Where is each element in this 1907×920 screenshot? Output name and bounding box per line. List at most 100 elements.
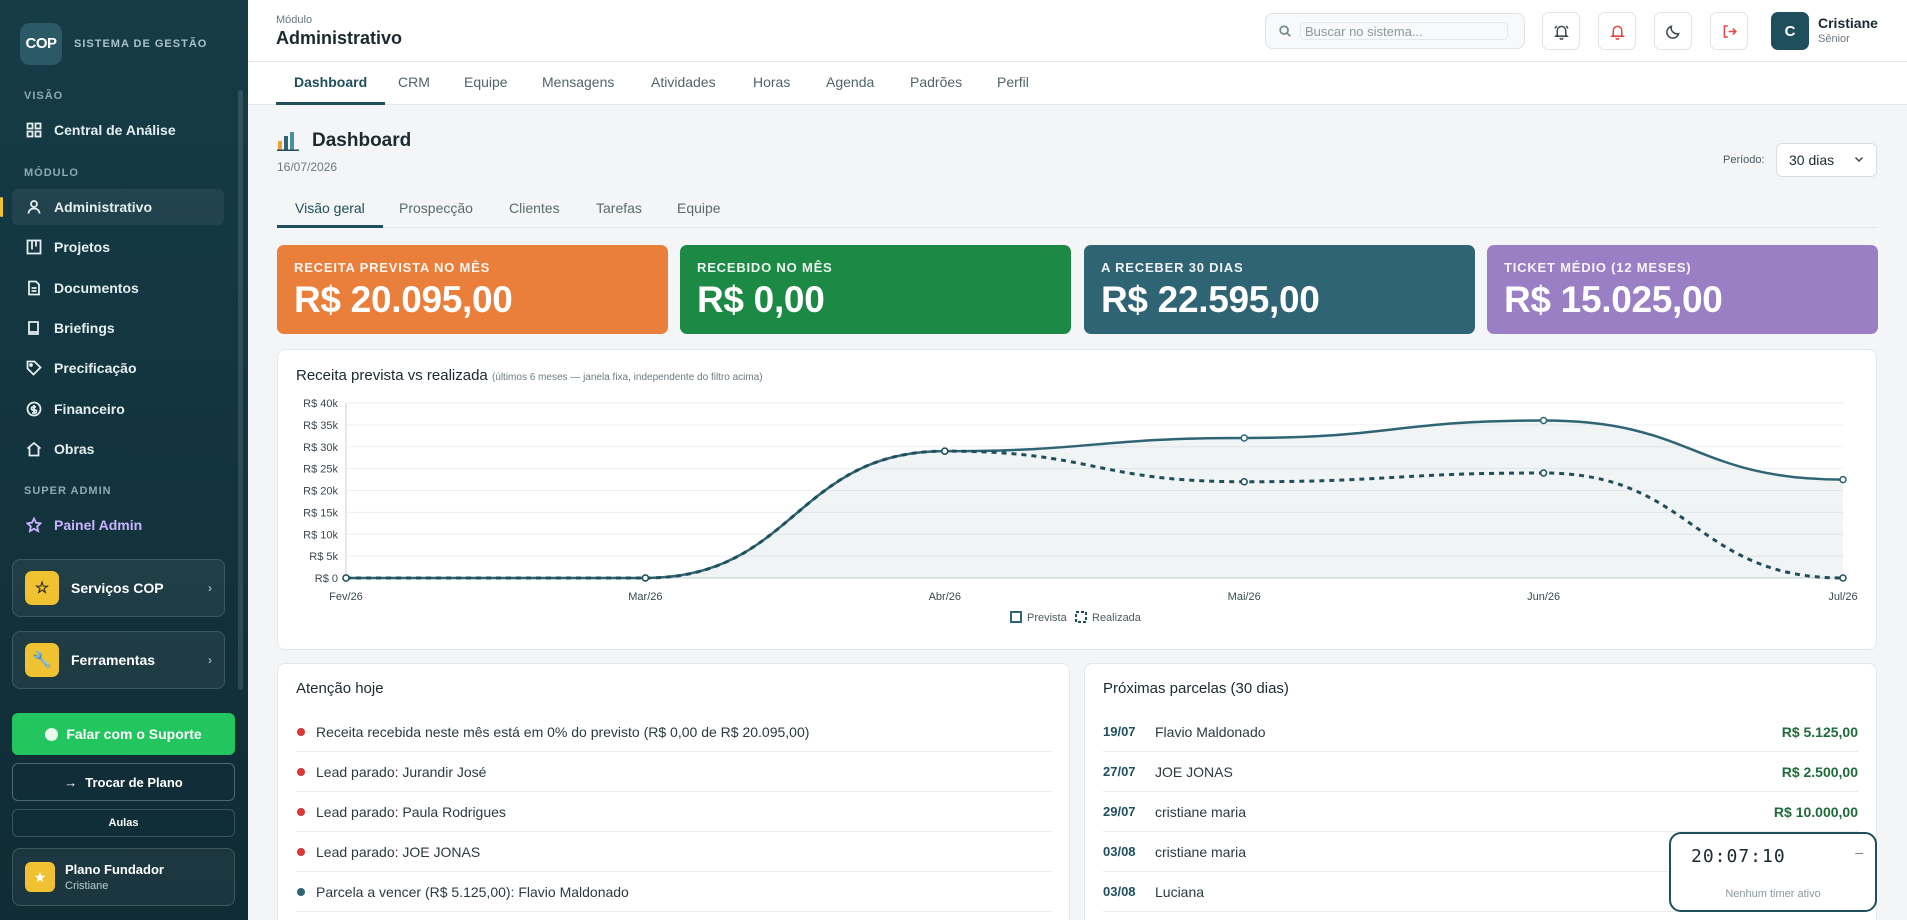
subtab-prospeccao[interactable]: Prospecção <box>399 193 473 228</box>
document-icon <box>26 280 42 296</box>
data-point <box>641 574 650 582</box>
subtab-equipe[interactable]: Equipe <box>677 193 721 228</box>
tab-padroes[interactable]: Padrões <box>910 62 962 105</box>
sidebar-item-painel-admin[interactable]: Painel Admin <box>12 507 224 543</box>
sidebar-item-label: Briefings <box>54 320 115 336</box>
grid-icon <box>26 122 42 138</box>
subtab-visao-geral[interactable]: Visão geral <box>277 193 383 228</box>
tab-perfil[interactable]: Perfil <box>997 62 1029 105</box>
plan-card[interactable]: ★ Plano Fundador Cristiane <box>12 848 235 906</box>
installment-value: R$ 5.125,00 <box>1781 723 1858 740</box>
page-date: 16/07/2026 <box>277 160 338 174</box>
subtab-tarefas[interactable]: Tarefas <box>596 193 642 228</box>
kpi-ticket-medio: TICKET MÉDIO (12 MESES) R$ 15.025,00 <box>1487 245 1878 334</box>
sidebar-item-label: Central de Análise <box>54 122 176 138</box>
logout-button[interactable] <box>1710 12 1748 50</box>
aulas-button[interactable]: Aulas <box>12 809 235 837</box>
plan-user: Cristiane <box>65 880 109 892</box>
x-tick-label: Jul/26 <box>1828 591 1857 603</box>
sidebar-item-documentos[interactable]: Documentos <box>12 270 224 306</box>
brand[interactable]: COP SISTEMA DE GESTÃO <box>0 0 248 68</box>
notifications-button[interactable] <box>1542 12 1580 50</box>
sidebar-item-label: Administrativo <box>54 199 153 215</box>
installment-row[interactable]: 27/07 JOE JONAS R$ 2.500,00 <box>1103 752 1858 792</box>
attention-text: Lead parado: JOE JONAS <box>316 843 481 860</box>
kpi-a-receber: A RECEBER 30 DIAS R$ 22.595,00 <box>1084 245 1475 334</box>
attention-item[interactable]: Lead parado: JOE JONAS <box>296 832 1051 872</box>
status-dot <box>297 887 305 896</box>
installment-name: Luciana <box>1155 883 1205 900</box>
installment-value: R$ 2.500,00 <box>1781 763 1858 780</box>
moon-icon <box>1665 24 1680 39</box>
change-plan-button[interactable]: → Trocar de Plano <box>12 763 235 801</box>
y-tick-label: R$ 40k <box>303 398 338 410</box>
bell-ring-icon <box>1553 24 1569 40</box>
sidebar-scrollbar[interactable] <box>238 90 243 690</box>
legend-label: Prevista <box>1027 612 1068 624</box>
search-icon <box>1279 25 1291 37</box>
data-point <box>1539 416 1548 425</box>
tab-atividades[interactable]: Atividades <box>651 62 716 105</box>
timer-status: Nenhum timer ativo <box>1725 888 1821 900</box>
ferramentas-card[interactable]: 🔧 Ferramentas › <box>12 631 225 689</box>
topbar: Módulo Administrativo C Cristiane Sênior <box>248 0 1907 62</box>
status-dot <box>297 767 305 776</box>
coin-icon <box>26 401 42 417</box>
installment-name: cristiane maria <box>1155 803 1247 820</box>
attention-item[interactable]: Lead parado: Jurandir José <box>296 752 1051 792</box>
user-icon <box>26 199 42 215</box>
revenue-chart: R$ 0 R$ 5k R$ 10k R$ 15k R$ 20k R$ 25k R$ 30k R… <box>303 398 1858 624</box>
servicos-cop-card[interactable]: ☆ Serviços COP › <box>12 559 225 617</box>
installment-row[interactable]: 29/07 cristiane maria R$ 10.000,00 <box>1103 792 1858 832</box>
search-box[interactable] <box>1265 13 1525 49</box>
kpi-label: RECEITA PREVISTA NO MÊS <box>294 260 491 275</box>
alerts-button[interactable] <box>1598 12 1636 50</box>
installment-row[interactable]: 19/07 Flavio Maldonado R$ 5.125,00 <box>1103 712 1858 752</box>
tab-horas[interactable]: Horas <box>753 62 790 105</box>
sidebar-item-central-de-analise[interactable]: Central de Análise <box>12 112 224 148</box>
sidebar-item-briefings[interactable]: Briefings <box>12 310 224 346</box>
sidebar-item-projetos[interactable]: Projetos <box>12 229 224 265</box>
avatar[interactable]: C <box>1771 12 1809 50</box>
attention-title: Atenção hoje <box>296 680 384 697</box>
subtab-clientes[interactable]: Clientes <box>509 193 560 228</box>
attention-item[interactable]: Parcela a vencer (R$ 5.125,00): Flavio M… <box>296 872 1051 912</box>
sidebar-item-label: Painel Admin <box>54 517 143 533</box>
change-plan-label: Trocar de Plano <box>85 774 183 790</box>
timer-widget[interactable]: 20:07:10 – Nenhum timer ativo <box>1669 832 1877 912</box>
tab-agenda[interactable]: Agenda <box>826 62 874 105</box>
kpi-label: TICKET MÉDIO (12 MESES) <box>1504 260 1692 275</box>
kanban-icon <box>26 239 42 255</box>
period-select[interactable]: 30 dias <box>1776 143 1877 177</box>
attention-item[interactable]: Lead parado: Paula Rodrigues <box>296 792 1051 832</box>
tab-crm[interactable]: CRM <box>398 62 430 105</box>
section-super-admin: SUPER ADMIN <box>24 485 112 497</box>
theme-toggle-button[interactable] <box>1654 12 1692 50</box>
tab-dashboard[interactable]: Dashboard <box>276 62 386 105</box>
kpi-recebido: RECEBIDO NO MÊS R$ 0,00 <box>680 245 1071 334</box>
minimize-icon[interactable]: – <box>1855 844 1863 860</box>
bell-icon <box>1609 25 1625 40</box>
y-tick-label: R$ 20k <box>303 486 338 498</box>
module-title: Administrativo <box>276 28 403 48</box>
kpi-value: R$ 15.025,00 <box>1504 279 1723 320</box>
period-label: Período: <box>1723 154 1765 166</box>
attention-item[interactable]: Receita recebida neste mês está em 0% do… <box>296 712 1051 752</box>
kpi-value: R$ 22.595,00 <box>1101 279 1320 320</box>
sidebar-item-financeiro[interactable]: Financeiro <box>12 391 224 427</box>
attention-panel: Atenção hoje Receita recebida neste mês … <box>277 663 1070 920</box>
data-point <box>1240 478 1248 486</box>
tab-mensagens[interactable]: Mensagens <box>542 62 614 105</box>
kpi-receita-prevista: RECEITA PREVISTA NO MÊS R$ 20.095,00 <box>277 245 668 334</box>
module-tabs: Dashboard CRM Equipe Mensagens Atividade… <box>248 62 1907 105</box>
sidebar-item-precificacao[interactable]: Precificação <box>12 350 224 386</box>
sidebar-item-label: Obras <box>54 441 95 457</box>
data-point <box>1839 574 1847 582</box>
sidebar-item-obras[interactable]: Obras <box>12 431 224 467</box>
support-button[interactable]: Falar com o Suporte <box>12 713 235 755</box>
sidebar-item-label: Financeiro <box>54 401 125 417</box>
sidebar-item-administrativo[interactable]: Administrativo <box>0 189 224 225</box>
attention-text: Receita recebida neste mês está em 0% do… <box>316 723 810 740</box>
search-input[interactable] <box>1300 22 1508 40</box>
tab-equipe[interactable]: Equipe <box>464 62 508 105</box>
